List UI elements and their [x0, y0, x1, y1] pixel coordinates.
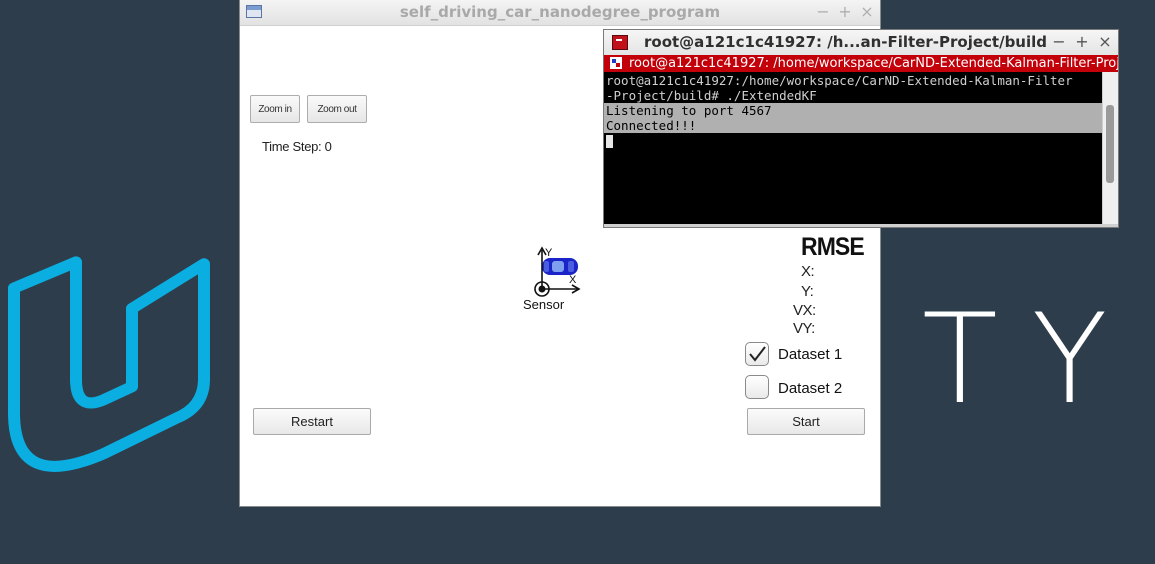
minimize-icon[interactable]: − — [1052, 32, 1066, 52]
terminal-window: root@a121c1c41927: /h...an-Filter-Projec… — [604, 30, 1118, 227]
axis-x-label: X — [569, 274, 577, 286]
scrollbar-thumb[interactable] — [1106, 105, 1114, 183]
checkmark-icon — [749, 346, 766, 362]
terminal-title: root@a121c1c41927: /h...an-Filter-Projec… — [644, 33, 1048, 51]
axis-y-label: Y — [545, 247, 553, 259]
start-button[interactable]: Start — [747, 408, 865, 435]
zoom-out-button[interactable]: Zoom out — [307, 95, 367, 123]
dataset-1-checkbox[interactable] — [745, 342, 769, 366]
udacity-u-logo-icon — [8, 256, 210, 472]
car-icon — [542, 258, 578, 275]
terminal-tab-label: root@a121c1c41927: /home/workspace/CarND… — [629, 56, 1118, 71]
dataset-2-label[interactable]: Dataset 2 — [778, 380, 842, 397]
time-step-label: Time Step: 0 — [262, 139, 332, 154]
sensor-label: Sensor — [523, 297, 565, 312]
terminal-line: -Project/build# ./ExtendedKF — [606, 88, 817, 103]
text-cursor — [606, 135, 613, 148]
zoom-in-button[interactable]: Zoom in — [250, 95, 300, 123]
simulator-titlebar[interactable]: self_driving_car_nanodegree_program − + … — [240, 0, 880, 26]
dataset-2-checkbox[interactable] — [745, 375, 769, 399]
close-icon[interactable]: × — [860, 2, 874, 22]
terminal-line: Listening to port 4567 — [604, 103, 1102, 118]
terminal-tab[interactable]: root@a121c1c41927: /home/workspace/CarND… — [604, 55, 1118, 72]
terminal-output[interactable]: root@a121c1c41927:/home/workspace/CarND-… — [604, 73, 1102, 224]
restart-button[interactable]: Restart — [253, 408, 371, 435]
maximize-icon[interactable]: + — [1075, 32, 1089, 52]
sensor-axes: Y X — [534, 246, 581, 297]
simulator-title: self_driving_car_nanodegree_program — [399, 3, 721, 21]
terminal-scrollbar[interactable] — [1102, 72, 1118, 224]
terminal-line: root@a121c1c41927:/home/workspace/CarND-… — [606, 73, 1073, 88]
rmse-vy-label: VY: — [793, 320, 815, 337]
rmse-vx-label: VX: — [793, 302, 816, 319]
terminal-bottom-edge — [604, 224, 1118, 227]
terminal-line: Connected!!! — [604, 118, 1102, 133]
close-icon[interactable]: × — [1098, 32, 1112, 52]
maximize-icon[interactable]: + — [838, 2, 852, 22]
terminal-icon — [612, 35, 628, 50]
rmse-y-label: Y: — [801, 283, 814, 300]
terminal-cursor-line — [604, 133, 1102, 148]
brand-text: TY — [922, 288, 1142, 432]
rmse-x-label: X: — [801, 263, 815, 280]
rmse-title: RMSE — [801, 233, 865, 261]
terminal-titlebar[interactable]: root@a121c1c41927: /h...an-Filter-Projec… — [604, 30, 1118, 56]
terminal-tab-icon — [610, 57, 622, 69]
dataset-1-label[interactable]: Dataset 1 — [778, 346, 842, 363]
minimize-icon[interactable]: − — [816, 2, 830, 22]
